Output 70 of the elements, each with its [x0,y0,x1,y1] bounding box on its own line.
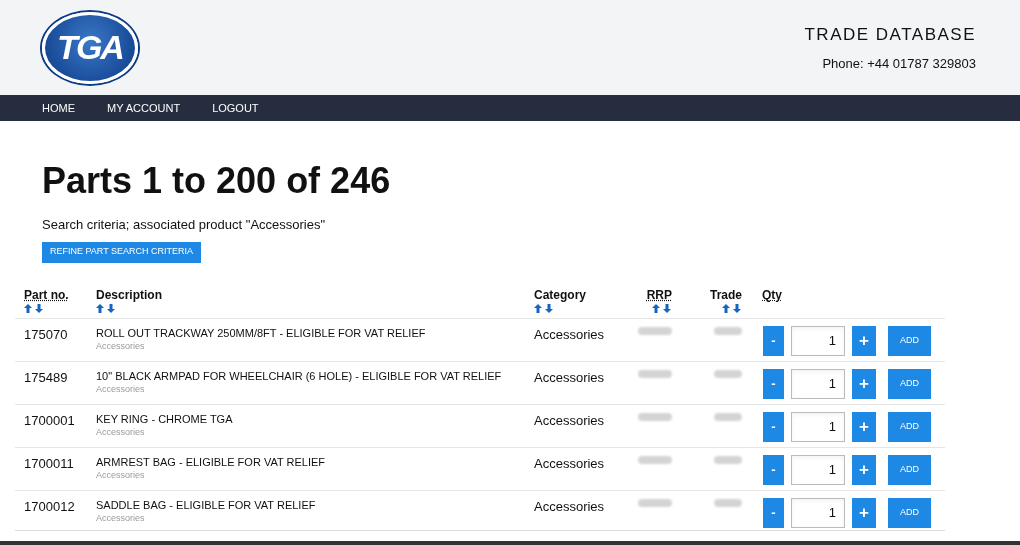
table-cell-text: 1700012 [24,497,76,516]
plus-button[interactable]: + [852,368,876,399]
nav-link[interactable]: MY ACCOUNT [107,99,181,117]
plus-button[interactable]: + [852,454,876,485]
quantity-field[interactable]: 1 [791,368,845,399]
search-criteria: Search criteria; associated product "Accessories" [42,216,327,234]
column-header[interactable]: Part no. [24,285,96,304]
quantity-field[interactable]: 1 [791,325,845,356]
redacted-price [714,326,742,335]
add-button[interactable]: ADD [888,368,931,399]
refine-search-button[interactable]: REFINE PART SEARCH CRITERIA [42,241,202,263]
part-description: 10" BLACK ARMPAD FOR WHEELCHAIR (6 HOLE) - ELIGIBLE FOR VAT RELIEF [96,368,503,383]
page-heading: Parts 1 to 200 of 246 [42,159,392,203]
redacted-price [714,412,742,421]
redacted-price [638,498,672,507]
subcategory-label: Accessories [96,425,145,439]
column-header[interactable]: Description [96,285,534,304]
sort-arrows-icon[interactable] [96,303,116,313]
table-cell-text: 175489 [24,368,69,387]
table-cell-text: 175070 [24,325,69,344]
sort-arrows-icon[interactable] [24,303,44,313]
subcategory-label: Accessories [96,468,145,482]
plus-button[interactable]: + [852,411,876,442]
minus-button[interactable]: - [763,368,784,399]
sort-arrows-icon[interactable] [652,303,672,313]
part-description: SADDLE BAG - ELIGIBLE FOR VAT RELIEF [96,497,317,512]
sort-arrows-icon[interactable] [534,303,554,313]
redacted-price [714,369,742,378]
part-description: KEY RING - CHROME TGA [96,411,234,426]
minus-button[interactable]: - [763,454,784,485]
subcategory-label: Accessories [96,339,145,353]
quantity-field[interactable]: 1 [791,454,845,485]
part-description: ARMREST BAG - ELIGIBLE FOR VAT RELIEF [96,454,327,469]
table-cell-text: Accessories [534,454,606,473]
plus-button[interactable]: + [852,325,876,356]
redacted-price [714,498,742,507]
column-header[interactable]: RRP [646,285,672,304]
minus-button[interactable]: - [763,411,784,442]
site-title: TRADE DATABASE [804,24,976,46]
nav-link[interactable]: HOME [42,99,75,117]
table-cell-text: 1700001 [24,411,76,430]
table-cell-text: Accessories [534,368,606,387]
minus-button[interactable]: - [763,325,784,356]
table-cell-text: Accessories [534,411,606,430]
table-cell-text: Accessories [534,497,606,516]
sort-arrows-icon[interactable] [722,303,742,313]
column-header[interactable]: Trade [710,285,742,304]
nav-link[interactable]: LOGOUT [212,99,259,117]
column-header[interactable]: Qty [762,285,842,304]
add-button[interactable]: ADD [888,325,931,356]
redacted-price [638,412,672,421]
phone-number: Phone: +44 01787 329803 [822,54,976,73]
add-button[interactable]: ADD [888,454,931,485]
quantity-field[interactable]: 1 [791,497,845,528]
quantity-field[interactable]: 1 [791,411,845,442]
table-cell-text: 1700011 [24,454,75,473]
plus-button[interactable]: + [852,497,876,528]
table-cell-text: Accessories [534,325,606,344]
redacted-price [714,455,742,464]
minus-button[interactable]: - [763,497,784,528]
redacted-price [638,369,672,378]
part-description: ROLL OUT TRACKWAY 250MM/8FT - ELIGIBLE FOR VAT RELIEF [96,325,427,340]
redacted-price [638,455,672,464]
subcategory-label: Accessories [96,511,145,525]
column-header[interactable]: Category [534,285,624,304]
subcategory-label: Accessories [96,382,145,396]
add-button[interactable]: ADD [888,411,931,442]
add-button[interactable]: ADD [888,497,931,528]
logo[interactable]: TGA [42,11,138,84]
redacted-price [638,326,672,335]
